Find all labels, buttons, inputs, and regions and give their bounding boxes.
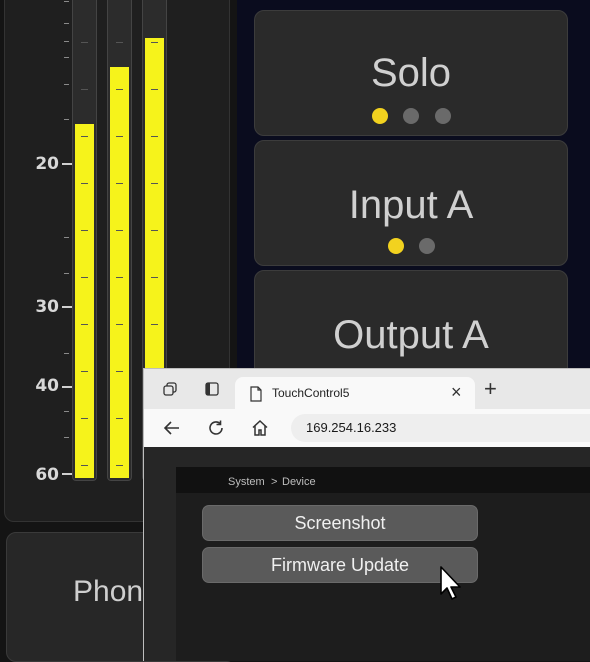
meter-track-tick — [116, 136, 123, 137]
tab-actions-icon[interactable] — [204, 381, 220, 397]
meter-track-tick — [116, 418, 123, 419]
input-a-indicator-dot-1 — [388, 238, 404, 254]
scale-tick — [64, 57, 69, 58]
screenshot-button[interactable]: Screenshot — [202, 505, 478, 541]
scale-tick — [64, 41, 69, 42]
meter-level-2 — [110, 66, 129, 478]
scale-tick — [64, 353, 69, 354]
scale-label-20: 20 — [35, 154, 59, 174]
mouse-cursor-icon — [439, 566, 463, 602]
tab-title: TouchControl5 — [272, 386, 350, 400]
scale-tick — [64, 273, 69, 274]
scale-tick — [64, 437, 69, 438]
scale-tick-major — [62, 163, 72, 165]
scale-tick-major — [62, 473, 72, 475]
page-content: System > Device Screenshot Firmware Upda… — [144, 447, 590, 661]
scale-label-60: 60 — [35, 465, 59, 485]
scale-tick — [64, 119, 69, 120]
new-tab-button[interactable]: + — [484, 376, 497, 402]
scale-tick — [64, 1, 69, 2]
scale-tick — [64, 411, 69, 412]
input-a-label: Input A — [348, 183, 474, 227]
scale-label-40: 40 — [35, 376, 59, 396]
home-icon[interactable] — [251, 419, 269, 437]
address-bar: 169.254.16.233 — [144, 409, 590, 448]
reload-icon[interactable] — [207, 419, 225, 437]
output-a-label: Output A — [333, 313, 489, 357]
meter-track-tick — [116, 465, 123, 466]
meter-track-tick — [116, 277, 123, 278]
solo-indicator-dot-2 — [403, 108, 419, 124]
meter-track-tick — [81, 183, 88, 184]
scale-tick-major — [62, 306, 72, 308]
breadcrumb-separator: > — [271, 476, 278, 488]
meter-track-tick — [81, 324, 88, 325]
meter-track-tick — [116, 89, 123, 90]
scale-tick — [64, 84, 69, 85]
meter-track-tick — [81, 465, 88, 466]
solo-indicator-dot-1 — [372, 108, 388, 124]
breadcrumb: System > Device — [176, 467, 590, 493]
solo-indicator-dot-3 — [435, 108, 451, 124]
meter-track-tick — [116, 230, 123, 231]
meter-track-tick — [116, 183, 123, 184]
meter-channel-1 — [72, 0, 97, 481]
breadcrumb-current: Device — [282, 476, 316, 488]
meter-track-tick — [116, 42, 123, 43]
meter-track-tick — [151, 324, 158, 325]
meter-track-tick — [81, 89, 88, 90]
scale-label-30: 30 — [35, 297, 59, 317]
browser-tab[interactable]: TouchControl5 × — [235, 377, 475, 411]
meter-track-tick — [116, 324, 123, 325]
meter-track-tick — [151, 230, 158, 231]
collections-icon[interactable] — [162, 381, 178, 397]
input-a-indicator-dot-2 — [419, 238, 435, 254]
device-page: System > Device Screenshot Firmware Upda… — [176, 467, 590, 661]
browser-window: TouchControl5 × + 169.254.16.233 System … — [143, 368, 590, 661]
meter-track-tick — [81, 230, 88, 231]
tab-close-button[interactable]: × — [451, 382, 462, 403]
scale-tick — [64, 23, 69, 24]
firmware-update-button[interactable]: Firmware Update — [202, 547, 478, 583]
solo-button[interactable]: Solo — [254, 10, 568, 136]
meter-track-tick — [151, 277, 158, 278]
input-a-button[interactable]: Input A — [254, 140, 568, 266]
tab-strip: TouchControl5 × + — [144, 369, 590, 411]
page-icon — [249, 386, 263, 402]
meter-track-tick — [81, 277, 88, 278]
back-arrow-icon[interactable] — [163, 419, 181, 437]
meter-track-tick — [116, 371, 123, 372]
scale-tick — [64, 237, 69, 238]
meter-track-tick — [151, 42, 158, 43]
solo-label: Solo — [370, 51, 452, 95]
meter-track-tick — [151, 183, 158, 184]
meter-channel-2 — [107, 0, 132, 481]
meter-track-tick — [81, 418, 88, 419]
meter-track-tick — [81, 42, 88, 43]
url-field[interactable]: 169.254.16.233 — [291, 414, 590, 442]
meter-track-tick — [151, 89, 158, 90]
meter-level-1 — [75, 124, 94, 478]
meter-track-tick — [81, 371, 88, 372]
scale-tick-major — [62, 386, 72, 388]
url-text: 169.254.16.233 — [306, 420, 397, 435]
breadcrumb-root[interactable]: System — [228, 476, 265, 488]
meter-track-tick — [151, 136, 158, 137]
meter-track-tick — [81, 136, 88, 137]
